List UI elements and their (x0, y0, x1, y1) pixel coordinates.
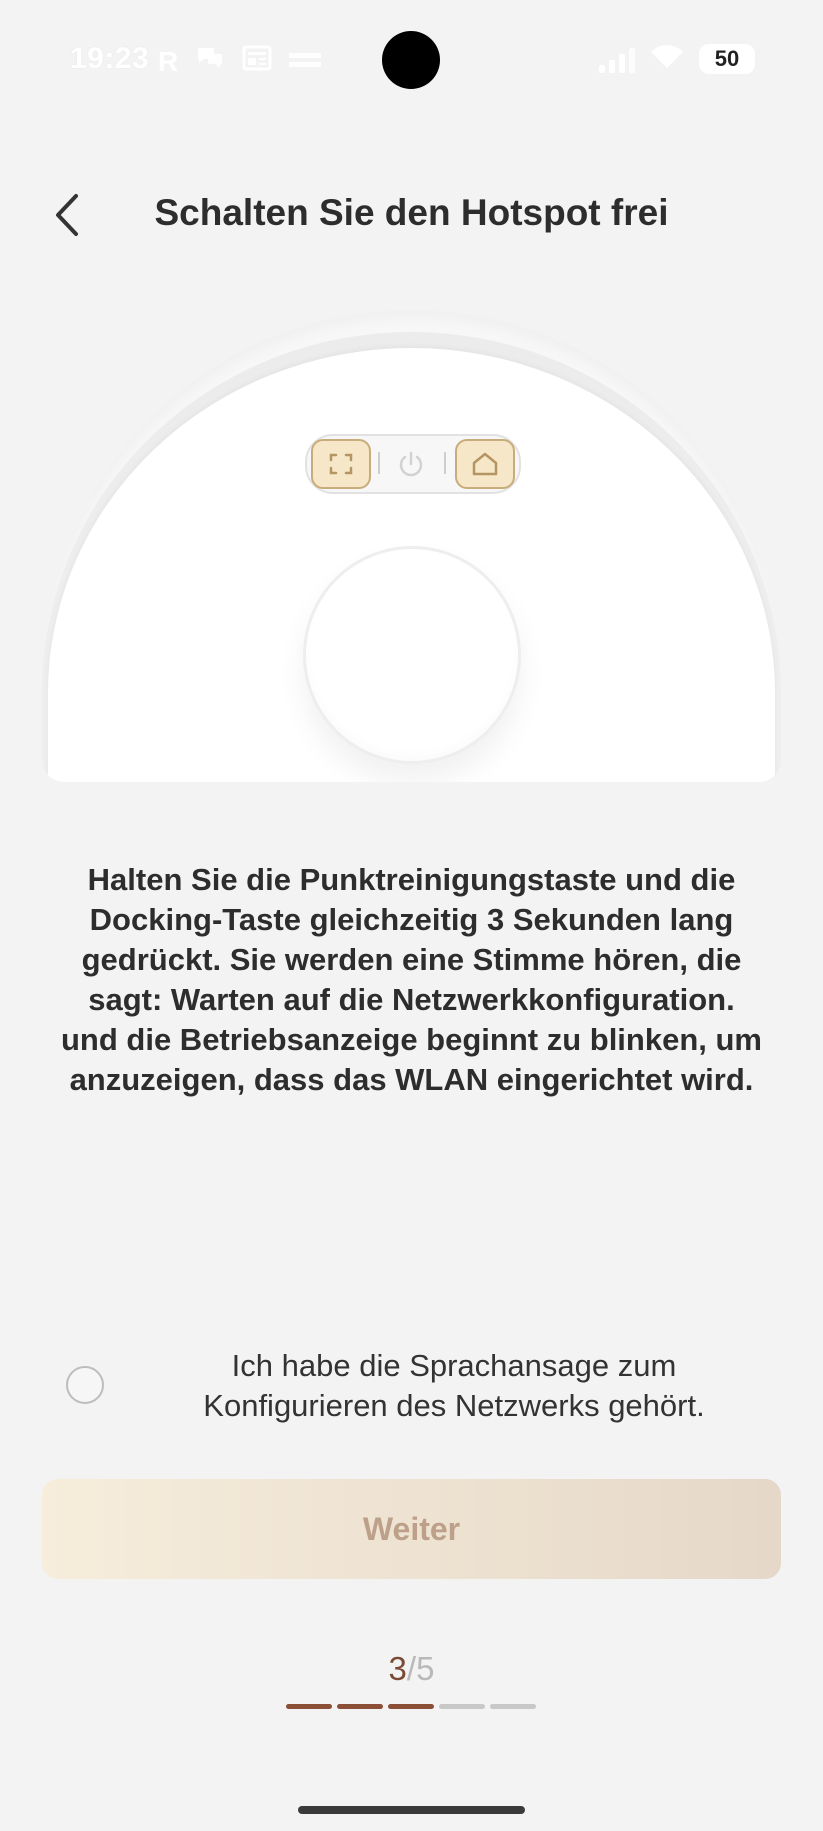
status-notification-icons: R (158, 44, 322, 79)
r-icon: R (158, 45, 179, 77)
page-title: Schalten Sie den Hotspot frei (154, 192, 669, 233)
robot-vacuum-illustration (42, 310, 781, 782)
home-indicator[interactable] (298, 1806, 525, 1814)
device-sensor-dome (303, 546, 521, 764)
home-icon (455, 439, 515, 489)
confirm-label: Ich habe die Sprachansage zum Konfigurie… (203, 1348, 705, 1423)
status-bar: 19:23 R 50 (0, 0, 823, 120)
step-progress-bar (286, 1704, 536, 1709)
instruction-text: Halten Sie die Punktreinigungstaste und … (60, 862, 762, 1097)
step-current: 3 (388, 1650, 407, 1687)
wifi-icon (649, 42, 685, 75)
media-icon (288, 46, 322, 78)
confirm-radio[interactable] (66, 1366, 104, 1404)
next-button-label: Weiter (362, 1510, 461, 1547)
panel-divider (444, 452, 446, 474)
front-camera (382, 31, 440, 89)
step-counter: 3/5 (0, 1650, 823, 1688)
step-segment (439, 1704, 485, 1709)
battery-icon: 50 (699, 43, 755, 74)
device-button-panel (305, 434, 521, 494)
chat-icon (194, 44, 226, 79)
step-segment (388, 1704, 434, 1709)
step-total: 5 (416, 1650, 435, 1687)
news-icon (242, 45, 272, 78)
step-segment (286, 1704, 332, 1709)
cellular-signal-icon (599, 45, 635, 73)
status-time: 19:23 (70, 42, 150, 75)
status-system-icons: 50 (599, 42, 755, 75)
panel-divider (378, 452, 380, 474)
step-segment (490, 1704, 536, 1709)
power-icon (393, 446, 429, 482)
spot-clean-icon (311, 439, 371, 489)
next-button[interactable]: Weiter (42, 1479, 781, 1579)
header: Schalten Sie den Hotspot frei (0, 170, 823, 260)
step-separator: / (406, 1650, 417, 1687)
confirmation-row[interactable]: Ich habe die Sprachansage zum Konfigurie… (64, 1346, 784, 1446)
step-segment (337, 1704, 383, 1709)
